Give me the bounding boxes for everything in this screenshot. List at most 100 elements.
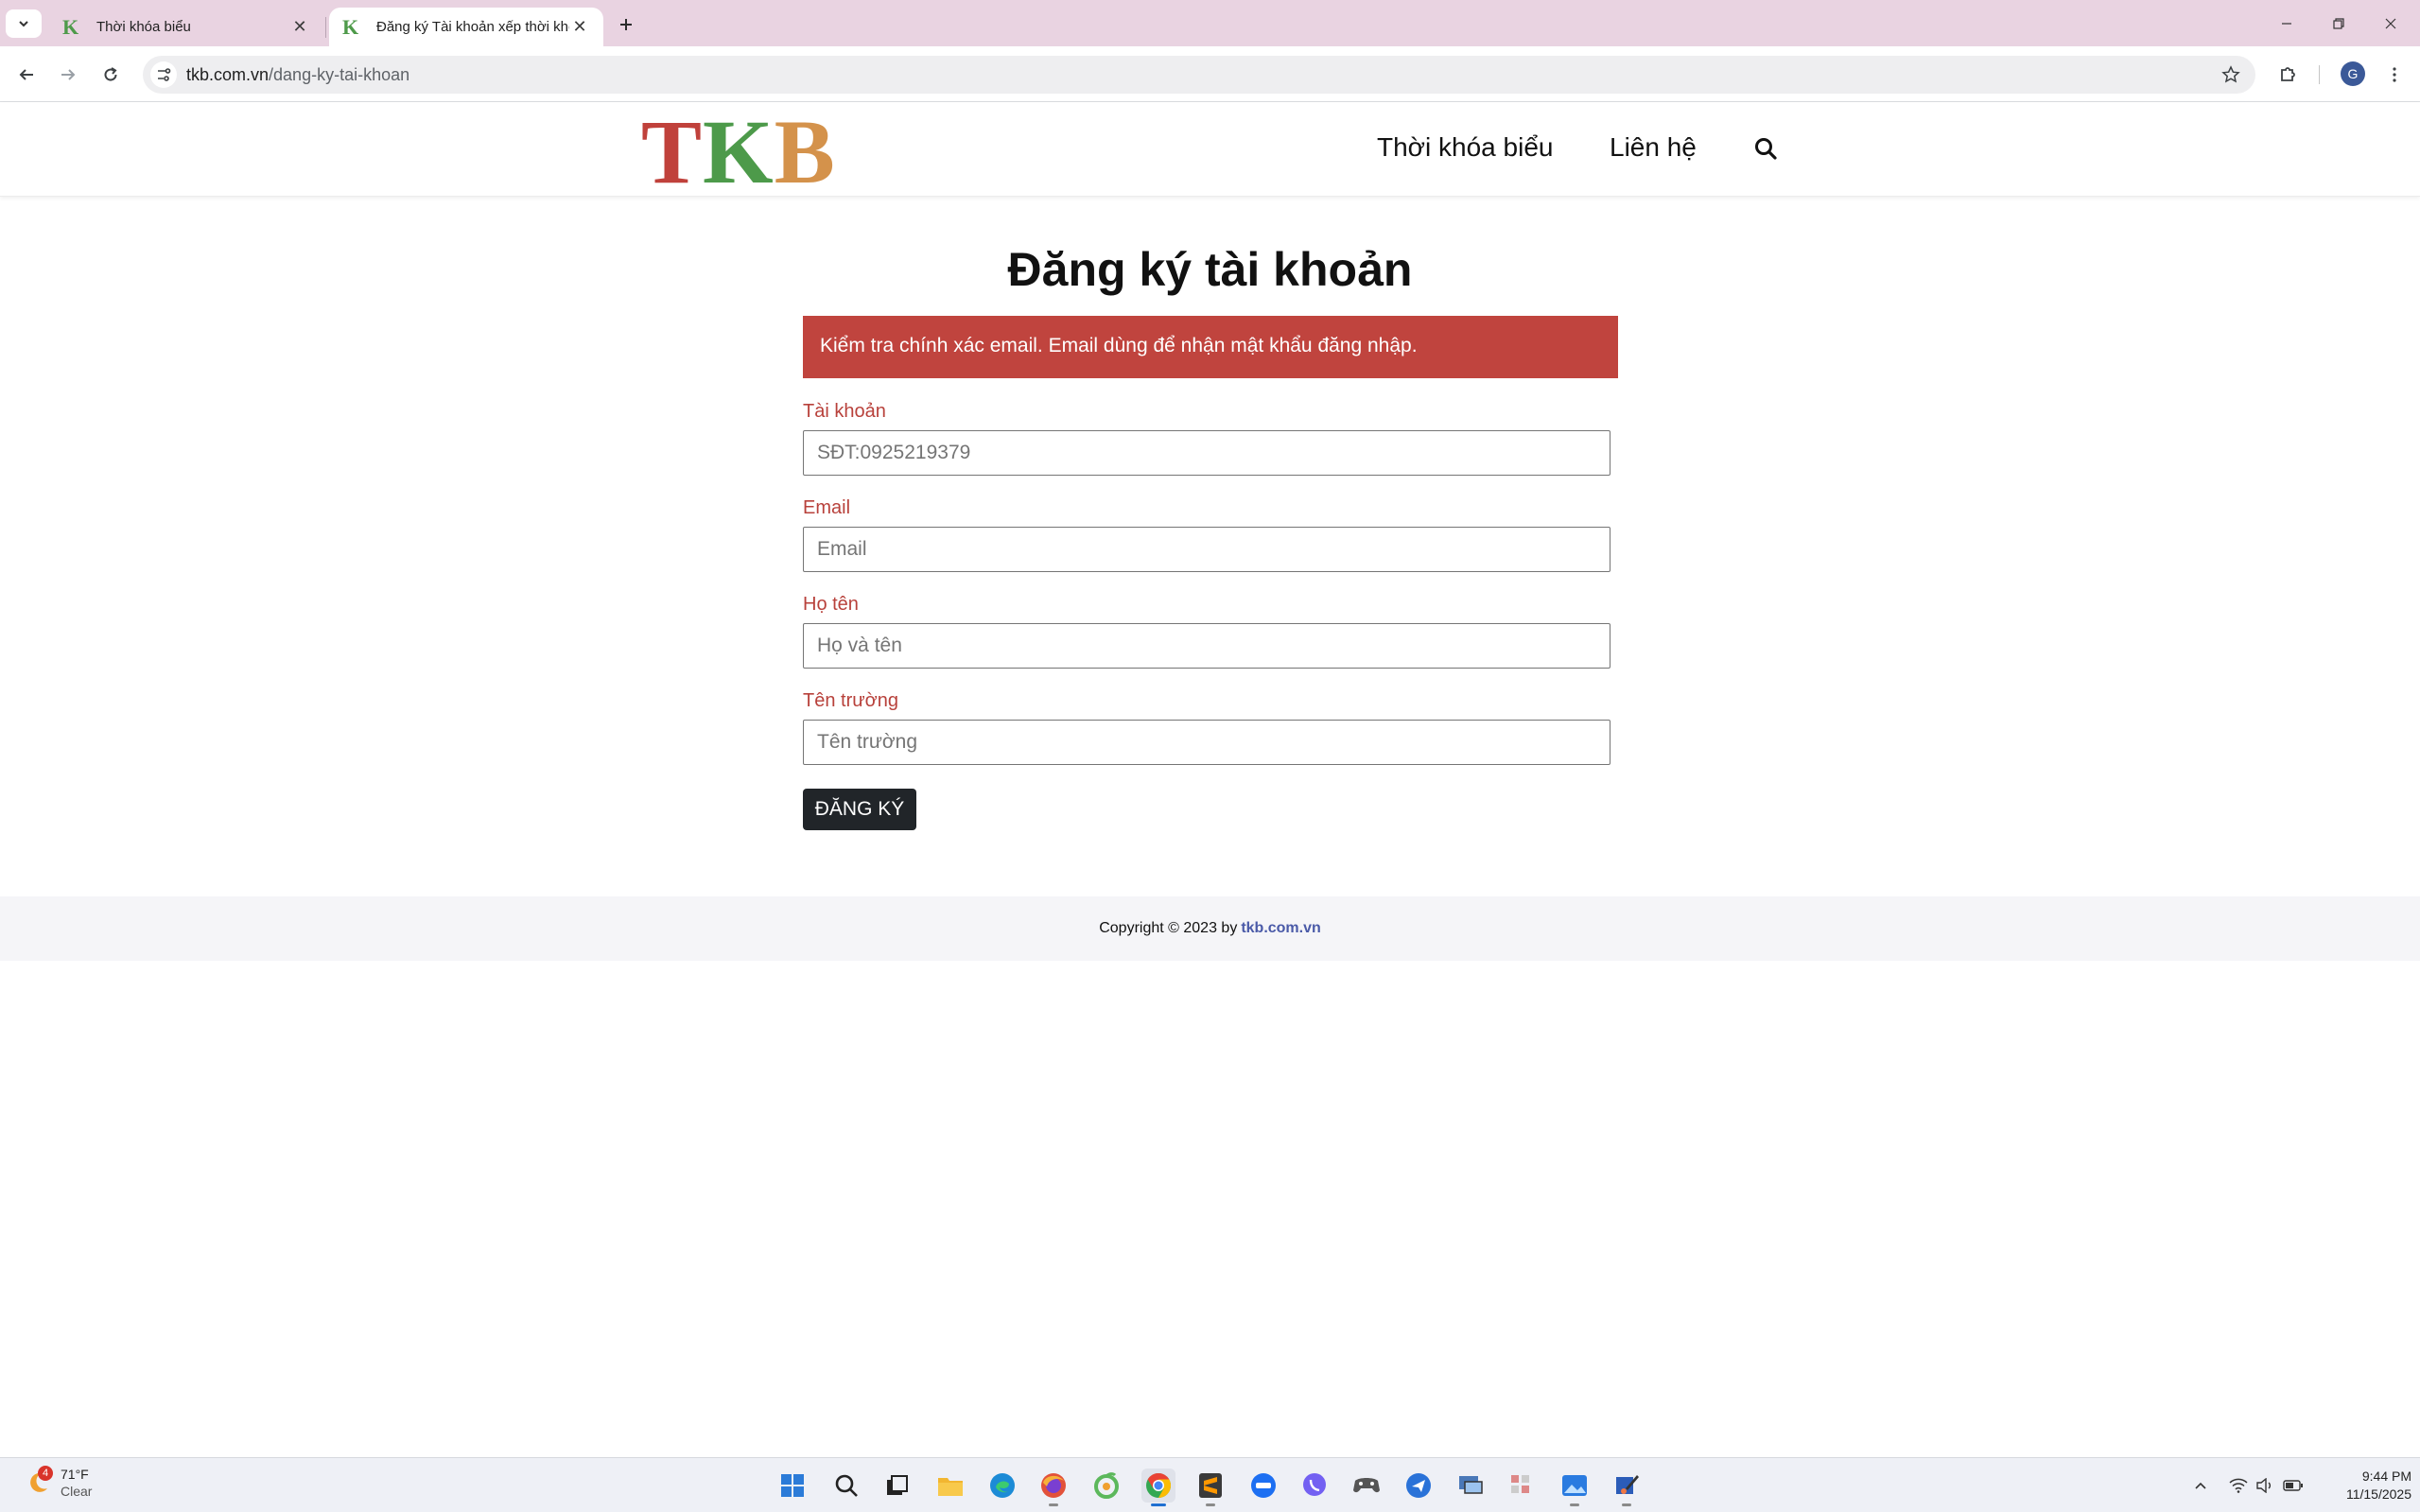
volume-button[interactable] bbox=[2253, 1473, 2277, 1498]
logo-letter-t: T bbox=[641, 101, 704, 202]
viber-icon bbox=[1303, 1473, 1326, 1496]
mail-app-button[interactable] bbox=[1402, 1469, 1436, 1503]
site-footer: Copyright © 2023 by tkb.com.vn bbox=[0, 896, 2420, 961]
reload-button[interactable] bbox=[96, 60, 126, 90]
clock-date: 11/15/2025 bbox=[2345, 1486, 2411, 1502]
photo-icon bbox=[1562, 1475, 1587, 1496]
windows-start-icon bbox=[781, 1474, 804, 1497]
full-name-label: Họ tên bbox=[803, 594, 859, 615]
tab-dang-ky[interactable]: K Đăng ký Tài khoản xếp thời khóa biểu ✕ bbox=[329, 8, 603, 46]
site-favicon-icon: K bbox=[342, 14, 359, 39]
back-button[interactable] bbox=[11, 60, 42, 90]
school-name-input[interactable] bbox=[803, 720, 1610, 765]
extensions-button[interactable] bbox=[2273, 60, 2304, 90]
site-header: TKB Thời khóa biểu Liên hệ bbox=[0, 102, 2420, 198]
paint-app-button[interactable] bbox=[1610, 1469, 1644, 1506]
nav-link-lien-he[interactable]: Liên hệ bbox=[1610, 132, 1697, 163]
toolbar-divider bbox=[2319, 65, 2320, 84]
sublime-icon bbox=[1199, 1473, 1222, 1498]
chevron-down-icon bbox=[19, 21, 28, 27]
task-view-button[interactable] bbox=[879, 1469, 914, 1503]
nav-link-thoi-khoa-bieu[interactable]: Thời khóa biểu bbox=[1377, 132, 1553, 163]
monitor-icon bbox=[1459, 1476, 1483, 1494]
show-hidden-icons-button[interactable] bbox=[2188, 1473, 2213, 1498]
file-explorer-button[interactable] bbox=[933, 1469, 967, 1503]
speaker-icon bbox=[2256, 1478, 2271, 1493]
edge-browser-icon bbox=[990, 1473, 1015, 1498]
restore-button[interactable] bbox=[2320, 8, 2358, 40]
coccoc-browser-icon bbox=[1094, 1472, 1119, 1499]
active-indicator bbox=[1151, 1503, 1166, 1506]
new-tab-button[interactable] bbox=[613, 11, 639, 38]
weather-text: 71°F Clear bbox=[61, 1466, 92, 1500]
weather-alert-badge: 4 bbox=[38, 1466, 53, 1481]
wifi-status-button[interactable] bbox=[2226, 1473, 2251, 1498]
chrome-button[interactable] bbox=[1141, 1469, 1175, 1506]
zalo-icon bbox=[1251, 1473, 1276, 1498]
reload-icon bbox=[104, 67, 117, 81]
system-clock[interactable]: 9:44 PM 11/15/2025 bbox=[2317, 1468, 2411, 1503]
remote-desktop-button[interactable] bbox=[1454, 1469, 1488, 1503]
coccoc-button[interactable] bbox=[1089, 1469, 1123, 1503]
paint-brush-icon bbox=[1616, 1475, 1639, 1494]
nav-search-button[interactable] bbox=[1751, 134, 1780, 163]
minimize-button[interactable] bbox=[2268, 8, 2306, 40]
browser-tab-bar: K Thời khóa biểu ✕ K Đăng ký Tài khoản x… bbox=[0, 0, 2420, 46]
search-icon bbox=[835, 1474, 858, 1497]
site-favicon-icon: K bbox=[62, 14, 79, 39]
profile-avatar[interactable]: G bbox=[2341, 61, 2365, 86]
url-host: tkb.com.vn bbox=[186, 65, 270, 84]
game-app-button[interactable] bbox=[1349, 1469, 1384, 1503]
photos-button[interactable] bbox=[1558, 1469, 1592, 1506]
browser-menu-button[interactable] bbox=[2379, 60, 2410, 90]
register-button[interactable]: ĐĂNG KÝ bbox=[803, 789, 916, 830]
email-label: Email bbox=[803, 497, 851, 518]
tab-search-button[interactable] bbox=[6, 9, 42, 38]
tab-thoi-khoa-bieu[interactable]: K Thời khóa biểu ✕ bbox=[49, 8, 323, 46]
viber-button[interactable] bbox=[1297, 1469, 1332, 1503]
weather-temp: 71°F bbox=[61, 1467, 89, 1482]
url-path: /dang-ky-tai-khoan bbox=[269, 65, 410, 84]
close-window-button[interactable] bbox=[2372, 8, 2410, 40]
close-icon bbox=[2385, 18, 2396, 29]
site-logo[interactable]: TKB bbox=[641, 107, 836, 198]
battery-icon bbox=[2283, 1480, 2303, 1491]
start-button[interactable] bbox=[775, 1469, 810, 1503]
close-icon[interactable]: ✕ bbox=[289, 17, 310, 38]
firefox-button[interactable] bbox=[1036, 1469, 1071, 1506]
tab-separator bbox=[325, 17, 326, 38]
zalo-button[interactable] bbox=[1246, 1469, 1280, 1503]
email-warning-alert: Kiểm tra chính xác email. Email dùng để … bbox=[803, 316, 1618, 378]
task-view-icon bbox=[887, 1475, 908, 1495]
account-input[interactable] bbox=[803, 430, 1610, 476]
running-indicator bbox=[1206, 1503, 1215, 1506]
close-icon[interactable]: ✕ bbox=[569, 17, 590, 38]
arrow-right-icon bbox=[61, 69, 76, 80]
running-indicator bbox=[1570, 1503, 1579, 1506]
gamepad-icon bbox=[1353, 1478, 1380, 1493]
address-bar[interactable]: tkb.com.vn/dang-ky-tai-khoan bbox=[143, 56, 2255, 94]
footer-site-link[interactable]: tkb.com.vn bbox=[1241, 920, 1320, 937]
battery-button[interactable] bbox=[2281, 1473, 2306, 1498]
bookmark-star-icon[interactable] bbox=[2220, 63, 2242, 86]
weather-condition: Clear bbox=[61, 1484, 93, 1499]
network-tiles-icon bbox=[1511, 1475, 1529, 1493]
edge-button[interactable] bbox=[985, 1469, 1019, 1503]
full-name-input[interactable] bbox=[803, 623, 1610, 669]
sublime-text-button[interactable] bbox=[1193, 1469, 1227, 1506]
firefox-icon bbox=[1041, 1473, 1066, 1498]
logo-letter-k: K bbox=[703, 101, 775, 202]
send-icon bbox=[1406, 1473, 1431, 1498]
chevron-up-icon bbox=[2195, 1482, 2206, 1489]
folder-icon bbox=[938, 1478, 963, 1496]
forward-button[interactable] bbox=[53, 60, 83, 90]
network-app-button[interactable] bbox=[1506, 1469, 1540, 1503]
logo-letter-b: B bbox=[774, 101, 836, 202]
site-info-icon[interactable] bbox=[150, 61, 177, 88]
school-name-label: Tên trường bbox=[803, 690, 898, 711]
weather-widget[interactable]: 4 71°F Clear bbox=[23, 1466, 92, 1500]
email-input[interactable] bbox=[803, 527, 1610, 572]
taskbar-search-button[interactable] bbox=[829, 1469, 863, 1503]
page-title: Đăng ký tài khoản bbox=[1007, 243, 1413, 296]
plus-icon bbox=[620, 19, 632, 30]
